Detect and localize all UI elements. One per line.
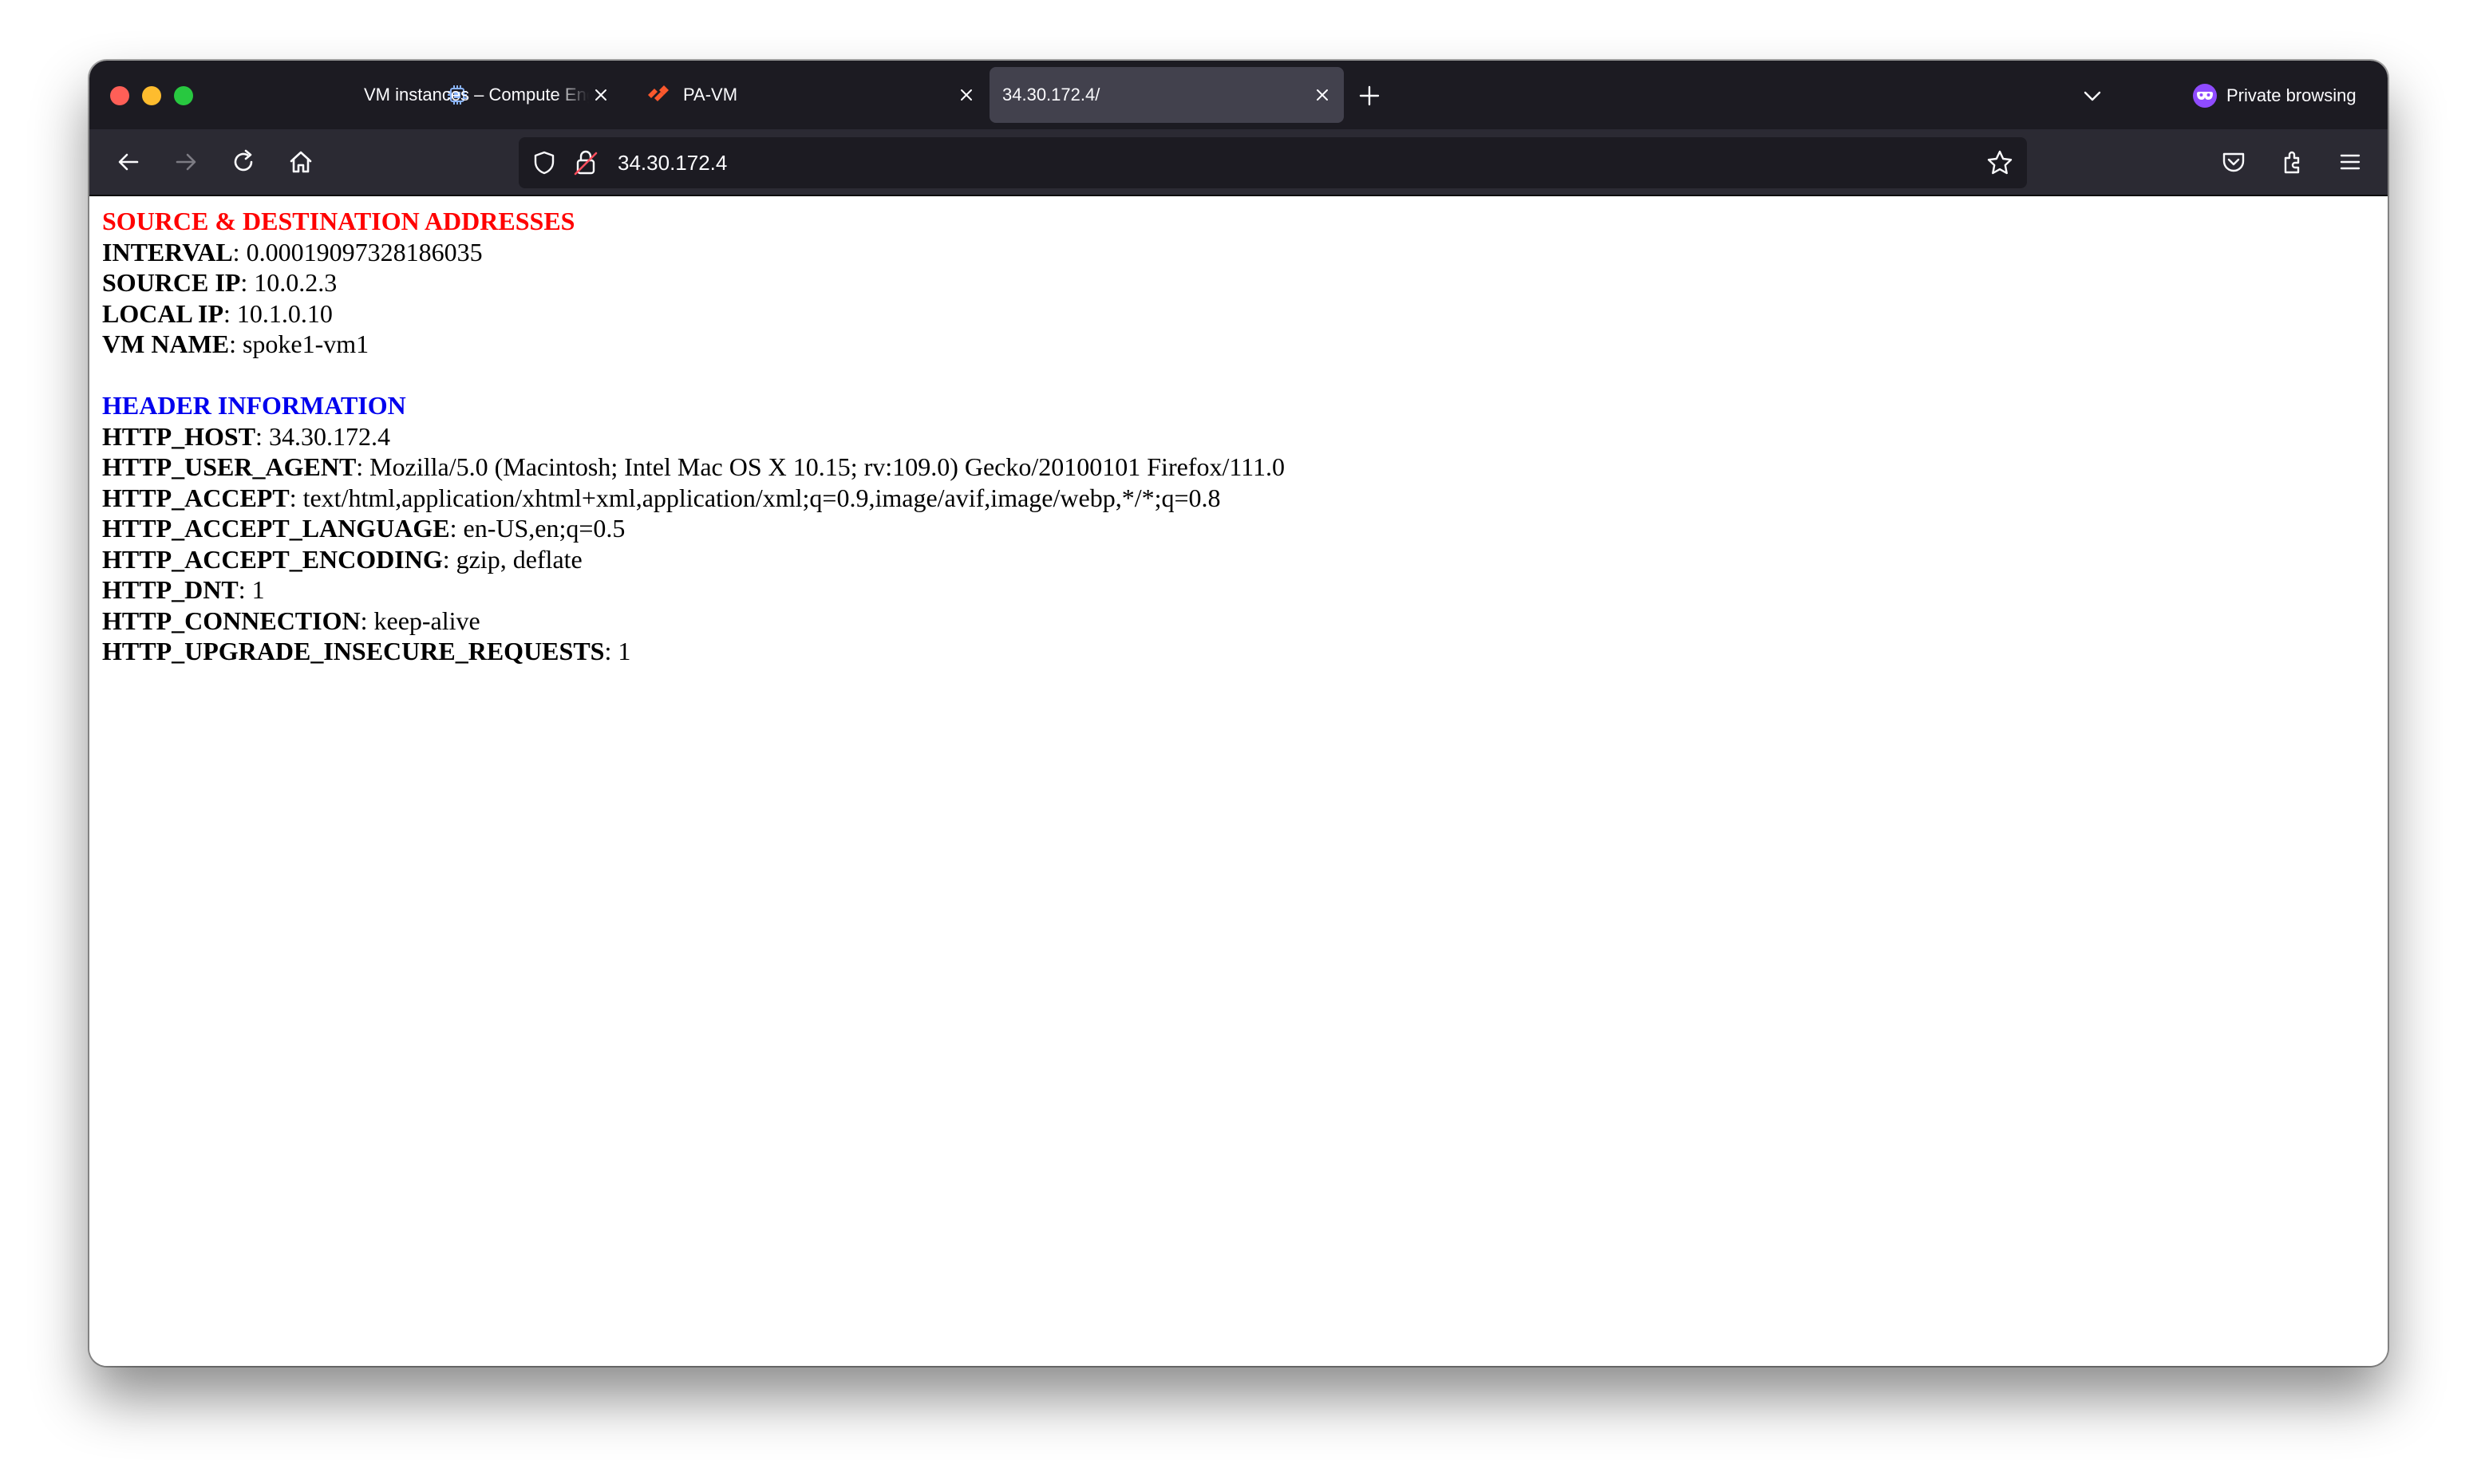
close-icon[interactable]: [1310, 83, 1334, 107]
tab-title: PA-VM: [683, 85, 738, 105]
header-key: HTTP_ACCEPT: [102, 483, 290, 512]
back-arrow-icon[interactable]: [110, 144, 147, 180]
url-text[interactable]: 34.30.172.4: [618, 150, 727, 176]
info-key: LOCAL IP: [102, 298, 224, 328]
header-value: : en-US,en;q=0.5: [449, 514, 626, 543]
insecure-lock-icon[interactable]: [573, 148, 599, 177]
browser-window: VM instances – Compute Engine PA-VM: [89, 61, 2388, 1366]
private-browsing-indicator: Private browsing: [2193, 81, 2357, 110]
info-row-source-ip: SOURCE IP: 10.0.2.3: [102, 267, 1285, 298]
header-value: : gzip, deflate: [442, 544, 583, 574]
private-browsing-label: Private browsing: [2226, 85, 2357, 105]
extensions-puzzle-icon[interactable]: [2274, 144, 2311, 180]
info-value: : 10.0.2.3: [240, 268, 338, 297]
pocket-icon[interactable]: [2215, 144, 2252, 180]
header-row-connection: HTTP_CONNECTION: keep-alive: [102, 606, 1285, 637]
reload-icon[interactable]: [225, 144, 262, 180]
window-maximize-button[interactable]: [174, 86, 193, 105]
tab-title: 34.30.172.4/: [1002, 85, 1100, 105]
header-key: HTTP_CONNECTION: [102, 606, 361, 635]
tab-active-page[interactable]: 34.30.172.4/: [990, 67, 1344, 123]
header-row-accept-encoding: HTTP_ACCEPT_ENCODING: gzip, deflate: [102, 544, 1285, 575]
close-icon[interactable]: [954, 83, 978, 107]
paloalto-icon: [646, 83, 670, 107]
info-key: INTERVAL: [102, 237, 233, 266]
header-row-accept: HTTP_ACCEPT: text/html,application/xhtml…: [102, 483, 1285, 514]
private-mask-icon: [2193, 84, 2217, 108]
header-row-dnt: HTTP_DNT: 1: [102, 574, 1285, 606]
home-icon[interactable]: [282, 144, 319, 180]
bookmark-star-icon[interactable]: [1985, 148, 2014, 177]
section-title-headers: HEADER INFORMATION: [102, 391, 406, 420]
header-value: : Mozilla/5.0 (Macintosh; Intel Mac OS X…: [356, 452, 1285, 481]
shield-icon[interactable]: [531, 150, 557, 176]
header-value: : keep-alive: [360, 606, 480, 635]
header-row-user-agent: HTTP_USER_AGENT: Mozilla/5.0 (Macintosh;…: [102, 452, 1285, 483]
info-key: VM NAME: [102, 330, 230, 358]
header-value: : text/html,application/xhtml+xml,applic…: [289, 483, 1221, 512]
header-key: HTTP_UPGRADE_INSECURE_REQUESTS: [102, 637, 605, 665]
section-title-addresses: SOURCE & DESTINATION ADDRESSES: [102, 207, 575, 235]
header-key: HTTP_ACCEPT_LANGUAGE: [102, 514, 450, 543]
info-row-vm-name: VM NAME: spoke1-vm1: [102, 329, 1285, 360]
header-key: HTTP_HOST: [102, 421, 256, 451]
info-value: : 0.00019097328186035: [232, 237, 483, 266]
info-value: : 10.1.0.10: [223, 298, 333, 328]
tab-title: VM instances – Compute Engine: [364, 85, 589, 105]
desktop: VM instances – Compute Engine PA-VM: [0, 0, 2477, 1484]
window-close-button[interactable]: [110, 86, 129, 105]
tab-pa-vm[interactable]: PA-VM: [629, 67, 988, 123]
header-value: : 34.30.172.4: [255, 421, 390, 451]
address-bar[interactable]: 34.30.172.4: [519, 137, 2027, 188]
forward-arrow-icon[interactable]: [168, 144, 204, 180]
info-row-local-ip: LOCAL IP: 10.1.0.10: [102, 298, 1285, 330]
header-row-accept-language: HTTP_ACCEPT_LANGUAGE: en-US,en;q=0.5: [102, 513, 1285, 544]
hamburger-menu-icon[interactable]: [2332, 144, 2368, 180]
info-value: : spoke1-vm1: [229, 330, 369, 358]
header-key: HTTP_DNT: [102, 575, 239, 604]
tab-strip: VM instances – Compute Engine PA-VM: [89, 61, 2388, 129]
header-value: : 1: [604, 637, 631, 665]
page-body: SOURCE & DESTINATION ADDRESSES INTERVAL:…: [102, 206, 1285, 667]
header-row-upgrade-insecure: HTTP_UPGRADE_INSECURE_REQUESTS: 1: [102, 636, 1285, 667]
new-tab-button[interactable]: [1355, 81, 1384, 110]
info-row-interval: INTERVAL: 0.00019097328186035: [102, 237, 1285, 268]
navigation-toolbar: 34.30.172.4: [89, 129, 2388, 196]
close-icon[interactable]: [589, 83, 613, 107]
header-value: : 1: [238, 575, 265, 604]
chevron-down-icon[interactable]: [2078, 81, 2107, 110]
tab-vm-instances[interactable]: VM instances – Compute Engine: [263, 67, 622, 123]
info-key: SOURCE IP: [102, 268, 241, 297]
header-key: HTTP_USER_AGENT: [102, 452, 357, 481]
page-content: SOURCE & DESTINATION ADDRESSES INTERVAL:…: [89, 196, 2388, 1366]
window-minimize-button[interactable]: [142, 86, 161, 105]
header-key: HTTP_ACCEPT_ENCODING: [102, 544, 443, 574]
header-row-host: HTTP_HOST: 34.30.172.4: [102, 421, 1285, 452]
